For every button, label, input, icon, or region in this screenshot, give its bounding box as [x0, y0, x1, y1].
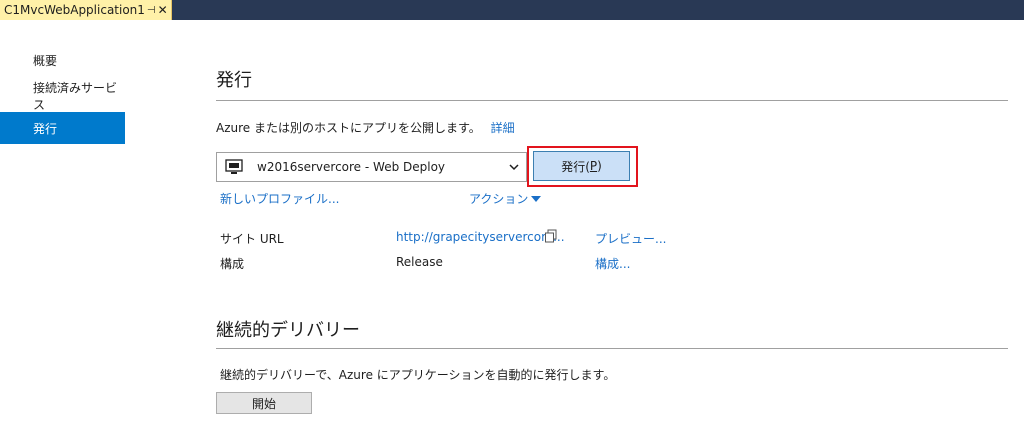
monitor-icon	[225, 159, 243, 174]
publish-description-text: Azure または別のホストにアプリを公開します。	[216, 121, 481, 135]
sidebar-item-label: 接続済みサービス	[33, 81, 118, 112]
sidebar-item-publish[interactable]: 発行	[0, 112, 125, 144]
publish-button-mnemonic: P	[589, 159, 598, 173]
section-divider	[216, 348, 1008, 349]
profile-select-value: w2016servercore - Web Deploy	[257, 160, 446, 174]
config-value: Release	[396, 255, 443, 269]
pin-icon[interactable]: ⊣	[147, 3, 156, 17]
document-tab-strip: C1MvcWebApplication1 ⊣ ✕	[0, 0, 1024, 20]
caret-down-icon	[531, 195, 542, 202]
publish-description: Azure または別のホストにアプリを公開します。 詳細	[216, 119, 515, 136]
details-link[interactable]: 詳細	[491, 121, 515, 135]
start-button-label: 開始	[251, 396, 276, 411]
continuous-delivery-title: 継続的デリバリー	[216, 320, 360, 341]
close-icon[interactable]: ✕	[158, 3, 168, 17]
sidebar-item-label: 概要	[33, 53, 58, 68]
site-url-link[interactable]: http://grapecityservercore...	[396, 230, 565, 244]
publish-button-suffix: )	[597, 159, 602, 173]
sidebar-item-overview[interactable]: 概要	[0, 40, 125, 80]
publish-button[interactable]: 発行(P)	[533, 151, 630, 181]
new-profile-link[interactable]: 新しいプロファイル...	[220, 190, 339, 207]
sidebar-item-connected-services[interactable]: 接続済みサービス	[0, 80, 125, 112]
site-url-label: サイト URL	[220, 232, 284, 246]
profile-select[interactable]: w2016servercore - Web Deploy	[216, 152, 527, 182]
config-label: 構成	[220, 257, 245, 271]
publish-button-label: 発行(	[561, 159, 590, 174]
sidebar-item-label: 発行	[33, 121, 58, 136]
start-button[interactable]: 開始	[216, 392, 312, 414]
publish-section-title: 発行	[216, 70, 252, 91]
actions-link: アクション	[469, 192, 529, 206]
preview-link[interactable]: プレビュー...	[595, 230, 666, 247]
config-link[interactable]: 構成...	[595, 255, 630, 272]
actions-dropdown[interactable]: アクション	[469, 190, 542, 207]
continuous-delivery-description: 継続的デリバリーで、Azure にアプリケーションを自動的に発行します。	[220, 368, 616, 382]
copy-icon[interactable]	[544, 229, 558, 243]
section-divider	[216, 100, 1008, 101]
tab-c1mvcwebapplication1[interactable]: C1MvcWebApplication1 ⊣ ✕	[0, 0, 172, 20]
tab-title: C1MvcWebApplication1	[4, 3, 145, 17]
chevron-down-icon	[509, 164, 519, 171]
sidebar-nav: 概要 接続済みサービス 発行	[0, 40, 125, 144]
